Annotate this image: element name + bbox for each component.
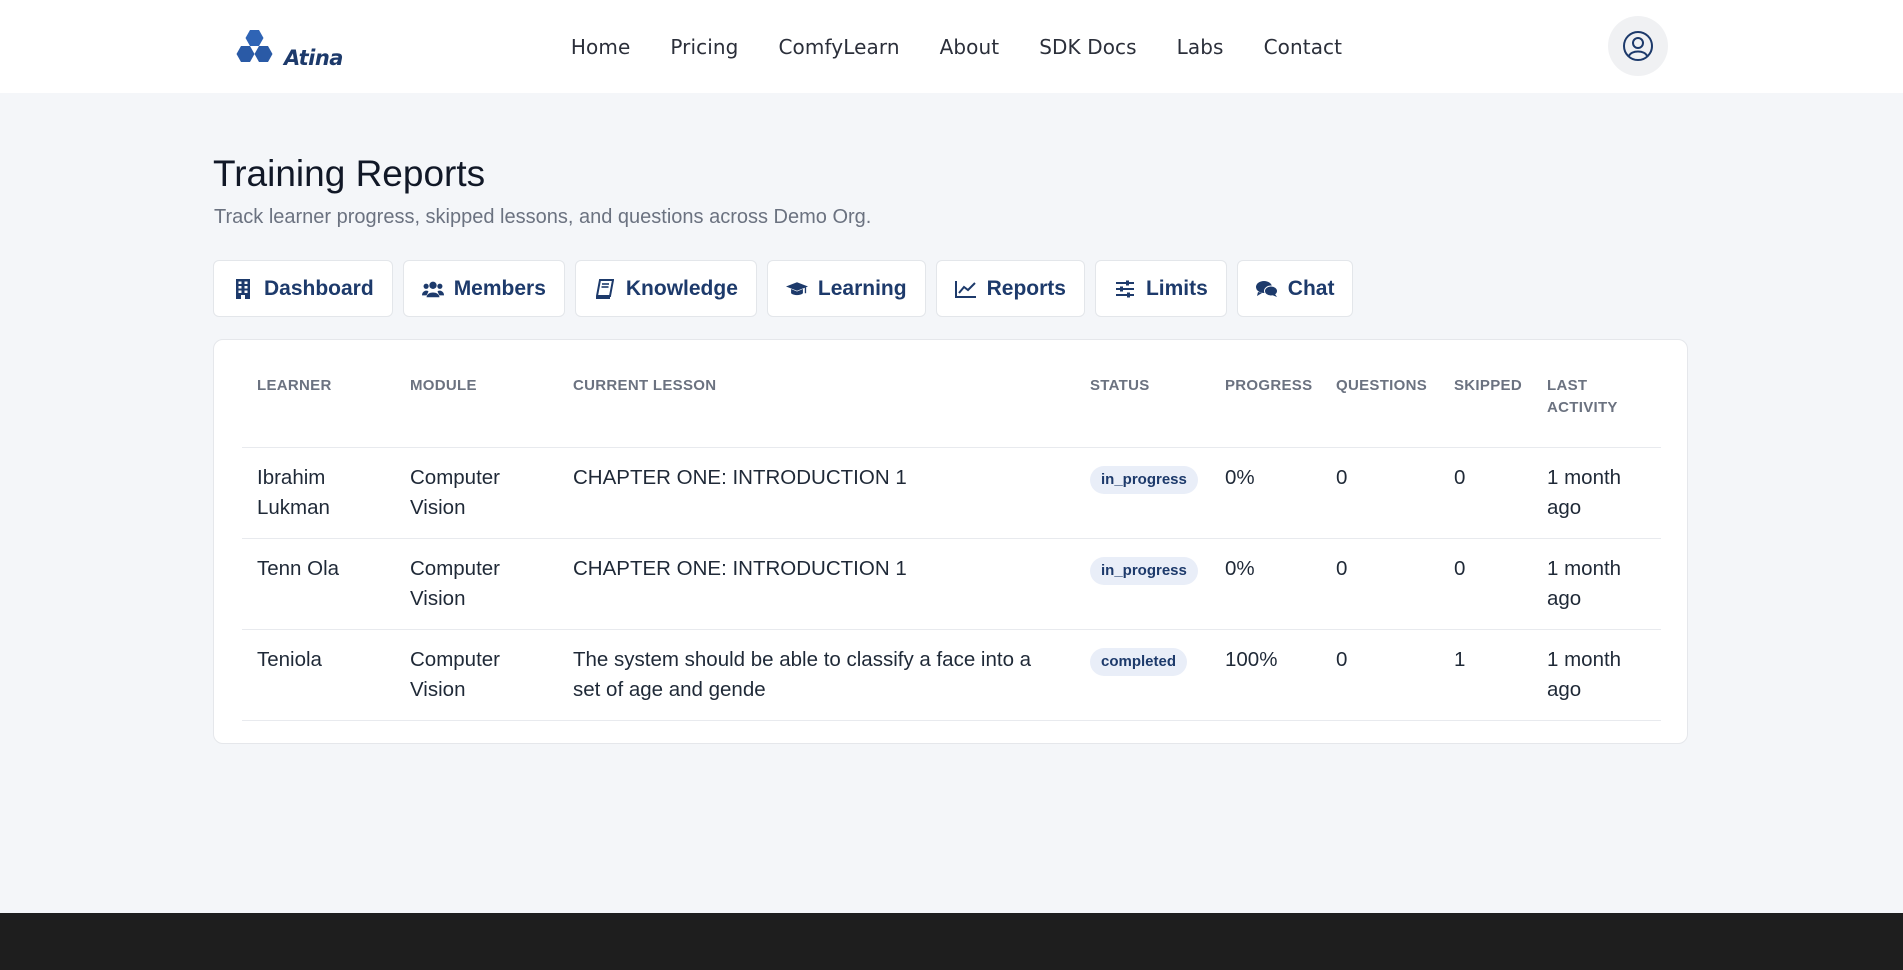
header-skipped[interactable]: SKIPPED <box>1439 375 1532 448</box>
section-tabs: Dashboard Members Knowledge Learning Rep… <box>213 260 1354 317</box>
cell-status: in_progress <box>1075 447 1210 539</box>
tab-label: Learning <box>817 276 907 300</box>
tab-label: Limits <box>1145 276 1208 300</box>
tab-label: Chat <box>1287 276 1335 300</box>
tab-members[interactable]: Members <box>402 260 565 317</box>
cell-skipped: 0 <box>1439 538 1532 630</box>
nav-about[interactable]: About <box>940 35 1000 59</box>
cell-module: Computer Vision <box>395 447 558 539</box>
tab-label: Reports <box>986 276 1066 300</box>
tab-label: Members <box>453 276 546 300</box>
cell-status: in_progress <box>1075 538 1210 630</box>
tab-label: Knowledge <box>625 276 738 300</box>
cell-status: completed <box>1075 629 1210 721</box>
header-progress[interactable]: PROGRESS <box>1210 375 1321 448</box>
table-row[interactable]: Teniola Computer Vision The system shoul… <box>242 629 1661 721</box>
cell-learner: Ibrahim Lukman <box>242 447 395 539</box>
cell-last-activity: 1 month ago <box>1532 538 1661 630</box>
tab-limits[interactable]: Limits <box>1094 260 1227 317</box>
status-badge: in_progress <box>1090 466 1198 494</box>
building-icon <box>232 278 254 300</box>
nav-contact[interactable]: Contact <box>1264 35 1343 59</box>
cell-module: Computer Vision <box>395 629 558 721</box>
comments-icon <box>1255 278 1278 300</box>
nav-pricing[interactable]: Pricing <box>670 35 738 59</box>
users-icon <box>421 278 444 300</box>
cell-progress: 0% <box>1210 538 1321 630</box>
user-circle-icon <box>1623 31 1653 61</box>
cell-last-activity: 1 month ago <box>1532 447 1661 539</box>
tab-learning[interactable]: Learning <box>766 260 926 317</box>
reports-card: LEARNER MODULE CURRENT LESSON STATUS PRO… <box>213 339 1688 744</box>
nav-labs[interactable]: Labs <box>1177 35 1224 59</box>
training-reports-table: LEARNER MODULE CURRENT LESSON STATUS PRO… <box>242 375 1661 721</box>
brand-logo[interactable]: Atina <box>234 24 343 72</box>
header-learner[interactable]: LEARNER <box>242 375 395 448</box>
tab-dashboard[interactable]: Dashboard <box>213 260 393 317</box>
status-badge: in_progress <box>1090 557 1198 585</box>
user-menu-button[interactable] <box>1608 16 1668 76</box>
cell-skipped: 1 <box>1439 629 1532 721</box>
graduation-cap-icon <box>785 278 808 300</box>
cell-current-lesson: The system should be able to classify a … <box>558 629 1075 721</box>
cell-current-lesson: CHAPTER ONE: INTRODUCTION 1 <box>558 447 1075 539</box>
atina-logo-icon <box>236 30 273 62</box>
brand-name: Atina <box>284 46 343 70</box>
header-current-lesson[interactable]: CURRENT LESSON <box>558 375 1075 448</box>
cell-learner: Tenn Ola <box>242 538 395 630</box>
table-row[interactable]: Ibrahim Lukman Computer Vision CHAPTER O… <box>242 447 1661 539</box>
tab-chat[interactable]: Chat <box>1236 260 1354 317</box>
header-last-activity[interactable]: LAST ACTIVITY <box>1532 375 1661 448</box>
page-footer <box>0 913 1903 970</box>
status-badge: completed <box>1090 648 1188 676</box>
table-header-row: LEARNER MODULE CURRENT LESSON STATUS PRO… <box>242 375 1661 448</box>
tab-knowledge[interactable]: Knowledge <box>574 260 757 317</box>
cell-questions: 0 <box>1321 447 1439 539</box>
header-questions[interactable]: QUESTIONS <box>1321 375 1439 448</box>
book-icon <box>594 278 616 300</box>
header-module[interactable]: MODULE <box>395 375 558 448</box>
top-navbar: Atina Home Pricing ComfyLearn About SDK … <box>0 0 1903 93</box>
tab-label: Dashboard <box>264 276 374 300</box>
cell-questions: 0 <box>1321 538 1439 630</box>
tab-reports[interactable]: Reports <box>935 260 1085 317</box>
page-subtitle: Track learner progress, skipped lessons,… <box>214 206 872 228</box>
nav-comfylearn[interactable]: ComfyLearn <box>778 35 899 59</box>
cell-last-activity: 1 month ago <box>1532 629 1661 721</box>
cell-learner: Teniola <box>242 629 395 721</box>
cell-module: Computer Vision <box>395 538 558 630</box>
sliders-icon <box>1114 278 1136 300</box>
nav-sdk-docs[interactable]: SDK Docs <box>1039 35 1136 59</box>
cell-progress: 0% <box>1210 447 1321 539</box>
line-chart-icon <box>954 278 977 300</box>
nav-home[interactable]: Home <box>571 35 630 59</box>
cell-current-lesson: CHAPTER ONE: INTRODUCTION 1 <box>558 538 1075 630</box>
cell-questions: 0 <box>1321 629 1439 721</box>
page-title: Training Reports <box>213 153 486 194</box>
table-row[interactable]: Tenn Ola Computer Vision CHAPTER ONE: IN… <box>242 538 1661 630</box>
cell-progress: 100% <box>1210 629 1321 721</box>
header-status[interactable]: STATUS <box>1075 375 1210 448</box>
cell-skipped: 0 <box>1439 447 1532 539</box>
